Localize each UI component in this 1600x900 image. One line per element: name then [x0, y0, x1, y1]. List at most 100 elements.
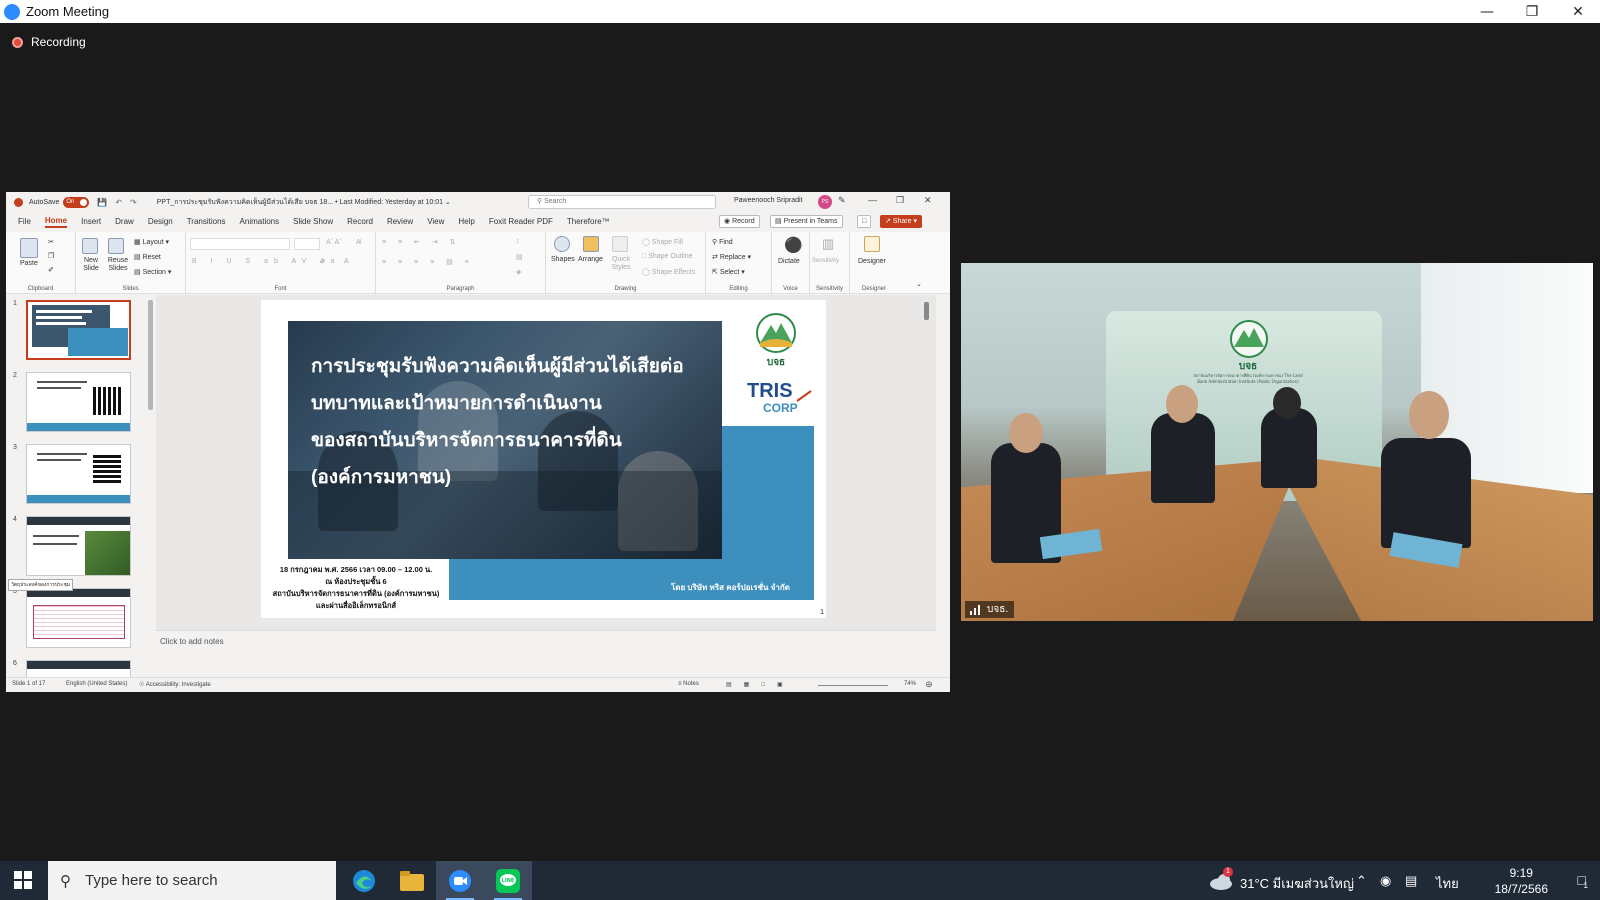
- arrange-icon[interactable]: [583, 236, 599, 254]
- quick-styles-icon[interactable]: [612, 236, 628, 254]
- ppt-restore-icon[interactable]: ❐: [896, 195, 904, 206]
- pen-icon[interactable]: ✎: [838, 195, 846, 206]
- ribbon-collapse-icon[interactable]: ⌄: [916, 280, 922, 288]
- sensitivity-button[interactable]: Sensitivity: [812, 258, 839, 264]
- input-language[interactable]: ไทย: [1436, 873, 1459, 894]
- text-direction-icon[interactable]: ↕: [516, 238, 520, 245]
- notes-pane[interactable]: Click to add notes: [156, 630, 936, 676]
- paste-icon[interactable]: [20, 238, 38, 260]
- thumbnail-slide-4[interactable]: [26, 516, 131, 576]
- microphone-icon[interactable]: ⚫: [784, 236, 803, 254]
- tab-view[interactable]: View: [427, 217, 444, 226]
- tab-therefore[interactable]: Therefore™: [567, 217, 610, 226]
- smartart-icon[interactable]: ◈: [516, 268, 521, 276]
- chevron-up-icon[interactable]: ⌃: [1356, 873, 1367, 889]
- share-button[interactable]: ↗ Share ▾: [880, 215, 922, 228]
- font-size-select[interactable]: [294, 238, 320, 250]
- thumbnail-slide-1[interactable]: [26, 300, 131, 360]
- current-slide[interactable]: การประชุมรับฟังความคิดเห็นผู้มีส่วนได้เส…: [261, 300, 826, 618]
- record-button[interactable]: ◉ Record: [719, 215, 760, 228]
- notes-button[interactable]: ≡ Notes: [678, 681, 699, 687]
- tab-insert[interactable]: Insert: [81, 217, 101, 226]
- tab-draw[interactable]: Draw: [115, 217, 134, 226]
- ppt-minimize-icon[interactable]: —: [868, 195, 877, 205]
- designer-icon[interactable]: [864, 236, 880, 254]
- zoom-level[interactable]: 74%: [904, 681, 916, 687]
- tab-help[interactable]: Help: [458, 217, 474, 226]
- thumbs-scrollbar[interactable]: [148, 300, 153, 410]
- clear-format-icon[interactable]: A̸: [356, 239, 361, 246]
- align-text-icon[interactable]: ▤: [516, 253, 523, 261]
- recording-indicator[interactable]: Recording: [12, 35, 86, 49]
- autosave-toggle[interactable]: On: [63, 196, 90, 208]
- meet-now-icon[interactable]: ◉: [1380, 873, 1391, 889]
- line-app-icon[interactable]: LINE: [484, 861, 532, 900]
- accessibility-status[interactable]: ☉ Accessibility: Investigate: [139, 681, 211, 688]
- list-buttons[interactable]: ≡ ≡ ⇤ ⇥ ⇅: [382, 238, 461, 246]
- tab-design[interactable]: Design: [148, 217, 173, 226]
- minimize-icon[interactable]: —: [1465, 0, 1509, 23]
- tab-slide-show[interactable]: Slide Show: [293, 217, 333, 226]
- thumbnail-slide-5[interactable]: [26, 588, 131, 648]
- font-name-select[interactable]: [190, 238, 290, 250]
- layout-button[interactable]: ▦ Layout ▾: [134, 238, 169, 246]
- thumbnail-slide-3[interactable]: [26, 444, 131, 504]
- ppt-search-input[interactable]: ⚲ Search: [528, 195, 716, 209]
- tab-transitions[interactable]: Transitions: [187, 217, 226, 226]
- edge-app-icon[interactable]: [340, 861, 388, 900]
- section-button[interactable]: ▤ Section ▾: [134, 268, 171, 276]
- reuse-slides-button[interactable]: Reuse Slides: [106, 257, 130, 273]
- file-explorer-icon[interactable]: [388, 861, 436, 900]
- quick-styles-button[interactable]: Quick Styles: [608, 256, 634, 272]
- thumbnail-slide-2[interactable]: [26, 372, 131, 432]
- font-color-icon[interactable]: A: [344, 258, 349, 265]
- zoom-slider[interactable]: [818, 685, 888, 686]
- document-title[interactable]: PPT_การประชุมรับฟังความคิดเห็นผู้มีส่วนไ…: [157, 197, 451, 208]
- align-buttons[interactable]: ≡ ≡ ≡ ≡ ▤ ≡: [382, 258, 474, 266]
- shape-effects-button[interactable]: ◯ Shape Effects: [642, 268, 695, 276]
- tab-review[interactable]: Review: [387, 217, 413, 226]
- dictate-button[interactable]: Dictate: [778, 258, 800, 265]
- new-slide-icon[interactable]: [82, 238, 98, 256]
- restore-icon[interactable]: ❐: [1510, 0, 1554, 23]
- zoom-app-icon[interactable]: [436, 861, 484, 900]
- highlight-icon[interactable]: ✐: [320, 258, 326, 266]
- user-avatar[interactable]: PS: [818, 195, 832, 209]
- new-slide-button[interactable]: New Slide: [79, 257, 103, 273]
- shape-fill-button[interactable]: ◯ Shape Fill: [642, 238, 683, 246]
- taskbar-search-box[interactable]: ⚲ Type here to search: [48, 861, 336, 900]
- font-style-buttons[interactable]: B I U S ab AV Aa: [192, 258, 340, 265]
- user-name[interactable]: Paweenooch Sripradit: [734, 197, 803, 204]
- shapes-icon[interactable]: [554, 236, 570, 254]
- view-buttons[interactable]: ▤▦□▣: [726, 681, 795, 688]
- tab-foxit[interactable]: Foxit Reader PDF: [489, 217, 553, 226]
- designer-button[interactable]: Designer: [858, 258, 886, 265]
- tab-file[interactable]: File: [18, 217, 31, 226]
- canvas-scrollbar[interactable]: [924, 302, 929, 320]
- tab-animations[interactable]: Animations: [240, 217, 280, 226]
- reset-button[interactable]: ▤ Reset: [134, 253, 161, 261]
- sensitivity-icon[interactable]: ▥: [822, 236, 834, 252]
- cut-icon[interactable]: ✂: [48, 238, 54, 246]
- tab-record[interactable]: Record: [347, 217, 373, 226]
- tab-home[interactable]: Home: [44, 216, 68, 228]
- participant-video[interactable]: บจธ สถาบันบริหารจัดการธนาคารที่ดิน (องค์…: [961, 263, 1593, 621]
- ppt-close-icon[interactable]: ✕: [924, 195, 932, 206]
- select-button[interactable]: ⇱ Select ▾: [712, 268, 745, 276]
- arrange-button[interactable]: Arrange: [578, 256, 603, 263]
- network-icon[interactable]: ▤: [1405, 873, 1417, 889]
- format-painter-icon[interactable]: ✐: [48, 266, 54, 274]
- fit-slide-icon[interactable]: ⨁: [926, 681, 932, 688]
- windows-start-icon[interactable]: [14, 871, 32, 889]
- paste-label[interactable]: Paste: [20, 260, 38, 267]
- undo-icon[interactable]: ↶: [115, 198, 122, 207]
- save-icon[interactable]: 💾: [97, 198, 107, 207]
- language-status[interactable]: English (United States): [66, 681, 127, 687]
- shape-outline-button[interactable]: □ Shape Outline: [642, 253, 693, 260]
- close-icon[interactable]: ✕: [1556, 0, 1600, 23]
- clock[interactable]: 9:19 18/7/2566: [1495, 865, 1548, 897]
- replace-button[interactable]: ⇄ Replace ▾: [712, 253, 751, 261]
- weather-text[interactable]: 31°C มีเมฆส่วนใหญ่: [1240, 873, 1354, 894]
- copy-icon[interactable]: ❐: [48, 252, 54, 260]
- reuse-slides-icon[interactable]: [108, 238, 124, 256]
